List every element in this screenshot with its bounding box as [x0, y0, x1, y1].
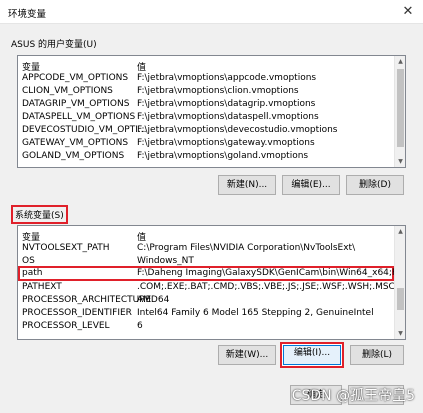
table-row[interactable]: GATEWAY_VM_OPTIONS F:\jetbra\vmoptions\g…: [18, 137, 405, 150]
table-row[interactable]: PROCESSOR_IDENTIFIER Intel64 Family 6 Mo…: [18, 307, 405, 320]
user-vars-label: ASUS 的用户变量(U): [11, 40, 97, 50]
table-row-path[interactable]: path F:\Daheng Imaging\GalaxySDK\GenICam…: [18, 266, 405, 281]
window-title: 环境变量: [8, 9, 47, 20]
var-name: GATEWAY_VM_OPTIONS: [22, 138, 129, 148]
var-value: C:\Program Files\NVIDIA Corporation\NvTo…: [137, 243, 356, 253]
table-row[interactable]: DATASPELL_VM_OPTIONS F:\jetbra\vmoptions…: [18, 111, 405, 124]
var-value: F:\jetbra\vmoptions\devecostudio.vmoptio…: [137, 125, 338, 135]
var-value: F:\jetbra\vmoptions\clion.vmoptions: [137, 86, 299, 96]
user-delete-button[interactable]: 删除(D): [346, 175, 404, 195]
user-vars-list[interactable]: 变量 值 APPCODE_VM_OPTIONS F:\jetbra\vmopti…: [17, 55, 406, 168]
var-value: F:\jetbra\vmoptions\gateway.vmoptions: [137, 138, 315, 148]
var-name: CLION_VM_OPTIONS: [22, 86, 113, 96]
scroll-up-icon[interactable]: ▲: [395, 226, 405, 237]
table-row[interactable]: PROCESSOR_LEVEL 6: [18, 320, 405, 333]
system-vars-list[interactable]: 变量 值 NVTOOLSEXT_PATH C:\Program Files\NV…: [17, 225, 406, 340]
system-delete-button[interactable]: 删除(L): [350, 345, 404, 365]
user-new-button[interactable]: 新建(N)...: [218, 175, 276, 195]
system-edit-button-label: 编辑(I)...: [283, 345, 341, 365]
var-value: Intel64 Family 6 Model 165 Stepping 2, G…: [137, 308, 374, 318]
var-name: DEVECOSTUDIO_VM_OPTI...: [22, 125, 147, 135]
system-vars-scrollbar[interactable]: ▲ ▼: [394, 226, 405, 339]
user-vars-scrollbar[interactable]: ▲ ▼: [394, 56, 405, 167]
var-value: .COM;.EXE;.BAT;.CMD;.VBS;.VBE;.JS;.JSE;.…: [137, 282, 395, 292]
user-edit-button[interactable]: 编辑(E)...: [282, 175, 340, 195]
table-row[interactable]: DEVECOSTUDIO_VM_OPTI... F:\jetbra\vmopti…: [18, 124, 405, 137]
table-row[interactable]: PROCESSOR_ARCHITECTURE AMD64: [18, 294, 405, 307]
scroll-thumb[interactable]: [397, 69, 404, 147]
var-name: DATASPELL_VM_OPTIONS: [22, 112, 136, 122]
var-value: F:\jetbra\vmoptions\dataspell.vmoptions: [137, 112, 319, 122]
scroll-up-icon[interactable]: ▲: [395, 56, 405, 67]
var-value: F:\jetbra\vmoptions\goland.vmoptions: [137, 151, 309, 161]
var-value: F:\Daheng Imaging\GalaxySDK\GenICam\bin\…: [137, 268, 406, 278]
table-row[interactable]: CLION_VM_OPTIONS F:\jetbra\vmoptions\cli…: [18, 85, 405, 98]
system-new-button[interactable]: 新建(W)...: [218, 345, 276, 365]
system-vars-label: 系统变量(S): [11, 205, 68, 224]
user-vars-header: 变量 值: [18, 59, 405, 73]
watermark: CSDN @孤王帝皇5: [291, 388, 415, 404]
scroll-down-icon[interactable]: ▼: [395, 156, 405, 167]
close-icon[interactable]: ✕: [393, 0, 423, 24]
table-row[interactable]: GOLAND_VM_OPTIONS F:\jetbra\vmoptions\go…: [18, 150, 405, 163]
var-name: PROCESSOR_ARCHITECTURE: [22, 295, 152, 305]
scroll-down-icon[interactable]: ▼: [395, 328, 405, 339]
table-row[interactable]: NVTOOLSEXT_PATH C:\Program Files\NVIDIA …: [18, 242, 405, 255]
scroll-thumb[interactable]: [397, 288, 404, 310]
var-value: F:\jetbra\vmoptions\datagrip.vmoptions: [137, 99, 316, 109]
var-value: F:\jetbra\vmoptions\appcode.vmoptions: [137, 73, 317, 83]
var-name: NVTOOLSEXT_PATH: [22, 243, 110, 253]
table-row[interactable]: DATAGRIP_VM_OPTIONS F:\jetbra\vmoptions\…: [18, 98, 405, 111]
system-vars-header: 变量 值: [18, 229, 405, 243]
var-name: OS: [22, 256, 35, 266]
var-value: AMD64: [137, 295, 170, 305]
table-row[interactable]: APPCODE_VM_OPTIONS F:\jetbra\vmoptions\a…: [18, 72, 405, 85]
var-name: path: [22, 268, 43, 278]
var-name: APPCODE_VM_OPTIONS: [22, 73, 129, 83]
var-name: DATAGRIP_VM_OPTIONS: [22, 99, 130, 109]
table-row[interactable]: PATHEXT .COM;.EXE;.BAT;.CMD;.VBS;.VBE;.J…: [18, 281, 405, 294]
var-name: PATHEXT: [22, 282, 62, 292]
var-name: PROCESSOR_LEVEL: [22, 321, 110, 331]
var-name: GOLAND_VM_OPTIONS: [22, 151, 125, 161]
system-edit-button[interactable]: 编辑(I)...: [280, 342, 344, 368]
var-value: Windows_NT: [137, 256, 194, 266]
title-bar: 环境变量 ✕: [0, 0, 423, 24]
var-value: 6: [137, 321, 143, 331]
var-name: PROCESSOR_IDENTIFIER: [22, 308, 132, 318]
